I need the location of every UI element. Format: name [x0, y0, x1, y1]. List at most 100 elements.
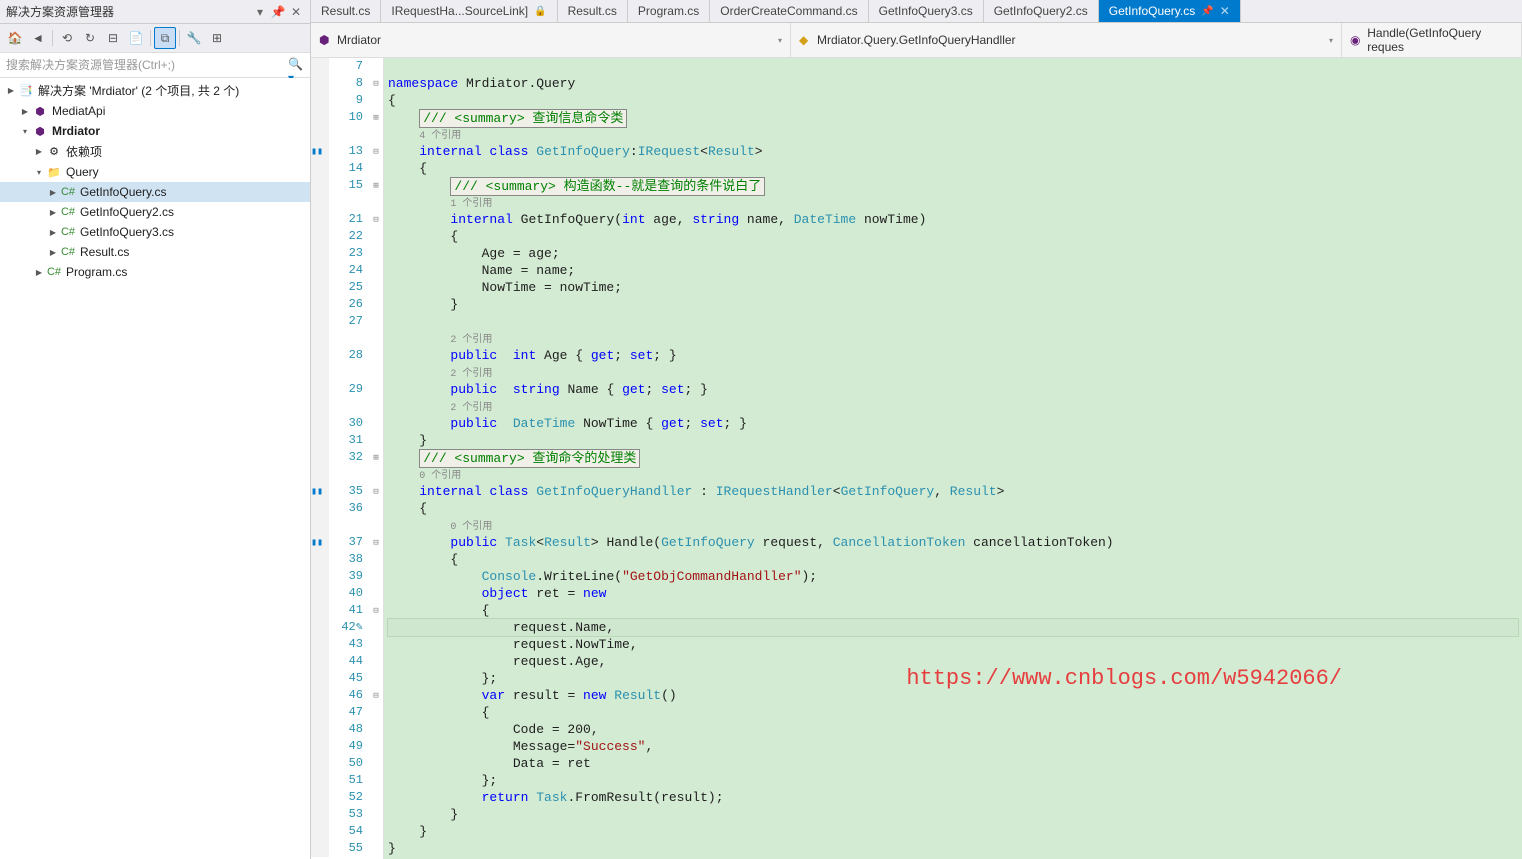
code-line[interactable]: var result = new Result() — [388, 687, 1518, 704]
code-editor[interactable]: ▮▮▮▮▮▮ 789101314152122232425262728293031… — [311, 58, 1522, 859]
panel-pin-button[interactable]: 📌 — [270, 4, 286, 20]
code-line[interactable]: public int Age { get; set; } — [388, 347, 1518, 364]
refresh-button[interactable]: ↻ — [79, 27, 101, 49]
code-line[interactable]: } — [388, 823, 1518, 840]
code-line[interactable]: 0 个引用 — [388, 466, 1518, 483]
pin-icon[interactable]: 📌 — [1201, 6, 1213, 17]
code-line[interactable]: { — [388, 602, 1518, 619]
code-line[interactable]: }; — [388, 772, 1518, 789]
project-node-mrdiator[interactable]: ▾ ⬢ Mrdiator — [0, 121, 310, 141]
breadcrumb-method[interactable]: ◉ Handle(GetInfoQuery reques — [1342, 23, 1522, 57]
editor-tab[interactable]: Program.cs — [628, 0, 710, 22]
code-line[interactable]: Age = age; — [388, 245, 1518, 262]
code-line[interactable]: object ret = new — [388, 585, 1518, 602]
code-line[interactable]: Code = 200, — [388, 721, 1518, 738]
fold-toggle[interactable]: ⊟ — [369, 534, 383, 551]
sync-button[interactable]: ⟲ — [56, 27, 78, 49]
fold-toggle[interactable]: ⊟ — [369, 75, 383, 92]
fold-toggle[interactable]: ⊟ — [369, 143, 383, 160]
search-icon[interactable]: 🔍▾ — [288, 57, 304, 73]
code-line[interactable]: public string Name { get; set; } — [388, 381, 1518, 398]
fold-toggle — [369, 245, 383, 262]
editor-tab[interactable]: OrderCreateCommand.cs — [710, 0, 868, 22]
editor-tab[interactable]: Result.cs — [311, 0, 381, 22]
code-line[interactable]: 2 个引用 — [388, 398, 1518, 415]
code-line[interactable]: Name = name; — [388, 262, 1518, 279]
folder-query[interactable]: ▾ 📁 Query — [0, 162, 310, 182]
file-getinfoquery2[interactable]: ▶ C# GetInfoQuery2.cs — [0, 202, 310, 222]
code-line[interactable]: 2 个引用 — [388, 364, 1518, 381]
code-line[interactable]: { — [388, 92, 1518, 109]
back-button[interactable]: ◄ — [27, 27, 49, 49]
code-line[interactable] — [388, 58, 1518, 75]
solution-node[interactable]: ▶ 📑 解决方案 'Mrdiator' (2 个项目, 共 2 个) — [0, 80, 310, 101]
code-line[interactable]: internal class GetInfoQuery:IRequest<Res… — [388, 143, 1518, 160]
fold-toggle[interactable]: ⊞ — [369, 177, 383, 194]
fold-toggle[interactable]: ⊟ — [369, 483, 383, 500]
search-input[interactable] — [6, 58, 288, 72]
code-line[interactable]: } — [388, 806, 1518, 823]
code-line[interactable]: 4 个引用 — [388, 126, 1518, 143]
file-getinfoquery3[interactable]: ▶ C# GetInfoQuery3.cs — [0, 222, 310, 242]
code-line[interactable]: public Task<Result> Handle(GetInfoQuery … — [388, 534, 1518, 551]
code-line[interactable]: public DateTime NowTime { get; set; } — [388, 415, 1518, 432]
editor-tab[interactable]: GetInfoQuery2.cs — [984, 0, 1099, 22]
code-line[interactable]: internal class GetInfoQueryHandller : IR… — [388, 483, 1518, 500]
fold-toggle[interactable]: ⊟ — [369, 211, 383, 228]
editor-tab[interactable]: IRequestHa...SourceLink]🔒 — [381, 0, 557, 22]
code-line[interactable]: request.Age, — [388, 653, 1518, 670]
code-line[interactable]: 2 个引用 — [388, 330, 1518, 347]
code-line[interactable]: 0 个引用 — [388, 517, 1518, 534]
panel-dropdown-button[interactable]: ▾ — [252, 4, 268, 20]
file-result[interactable]: ▶ C# Result.cs — [0, 242, 310, 262]
panel-close-button[interactable]: ✕ — [288, 4, 304, 20]
code-line[interactable]: /// <summary> 查询命令的处理类 — [388, 449, 1518, 466]
line-number: 26 — [329, 296, 363, 313]
project-node-mediatapi[interactable]: ▶ ⬢ MediatApi — [0, 101, 310, 121]
code-line[interactable]: return Task.FromResult(result); — [388, 789, 1518, 806]
file-program[interactable]: ▶ C# Program.cs — [0, 262, 310, 282]
code-line[interactable]: /// <summary> 查询信息命令类 — [388, 109, 1518, 126]
code-line[interactable]: namespace Mrdiator.Query — [388, 75, 1518, 92]
code-line[interactable]: } — [388, 296, 1518, 313]
code-line[interactable]: { — [388, 551, 1518, 568]
editor-tab[interactable]: GetInfoQuery3.cs — [869, 0, 984, 22]
code-line[interactable]: }; — [388, 670, 1518, 687]
breadcrumb-namespace[interactable]: ◆ Mrdiator.Query.GetInfoQueryHandller ▾ — [791, 23, 1342, 57]
fold-toggle[interactable]: ⊞ — [369, 109, 383, 126]
fold-toggle[interactable]: ⊟ — [369, 687, 383, 704]
code-line[interactable]: Console.WriteLine("GetObjCommandHandller… — [388, 568, 1518, 585]
code-line[interactable]: { — [388, 704, 1518, 721]
code-line[interactable]: request.NowTime, — [388, 636, 1518, 653]
code-line[interactable]: Message="Success", — [388, 738, 1518, 755]
code-line[interactable]: NowTime = nowTime; — [388, 279, 1518, 296]
properties-button[interactable]: 🔧 — [183, 27, 205, 49]
editor-tab[interactable]: GetInfoQuery.cs📌✕ — [1099, 0, 1241, 22]
code-line[interactable]: request.Name, — [388, 619, 1518, 636]
code-line[interactable]: Data = ret — [388, 755, 1518, 772]
code-line[interactable]: } — [388, 840, 1518, 857]
file-getinfoquery[interactable]: ▶ C# GetInfoQuery.cs — [0, 182, 310, 202]
code-line[interactable]: } — [388, 432, 1518, 449]
code-line[interactable]: { — [388, 160, 1518, 177]
preview-button[interactable]: ⧉ — [154, 27, 176, 49]
dependencies-node[interactable]: ▶ ⚙ 依赖项 — [0, 141, 310, 162]
code-line[interactable]: 1 个引用 — [388, 194, 1518, 211]
code-line[interactable]: internal GetInfoQuery(int age, string na… — [388, 211, 1518, 228]
breadcrumb-project[interactable]: ⬢ Mrdiator ▾ — [311, 23, 791, 57]
line-number: 48 — [329, 721, 363, 738]
gutter-marker — [311, 330, 329, 347]
view-button[interactable]: ⊞ — [206, 27, 228, 49]
home-button[interactable]: 🏠 — [4, 27, 26, 49]
line-number: 9 — [329, 92, 363, 109]
fold-toggle[interactable]: ⊟ — [369, 602, 383, 619]
code-line[interactable]: { — [388, 500, 1518, 517]
show-all-button[interactable]: 📄 — [125, 27, 147, 49]
collapse-button[interactable]: ⊟ — [102, 27, 124, 49]
code-line[interactable]: { — [388, 228, 1518, 245]
code-line[interactable] — [388, 313, 1518, 330]
fold-toggle[interactable]: ⊞ — [369, 449, 383, 466]
editor-tab[interactable]: Result.cs — [558, 0, 628, 22]
close-icon[interactable]: ✕ — [1220, 4, 1230, 18]
code-line[interactable]: /// <summary> 构造函数--就是查询的条件说白了 — [388, 177, 1518, 194]
